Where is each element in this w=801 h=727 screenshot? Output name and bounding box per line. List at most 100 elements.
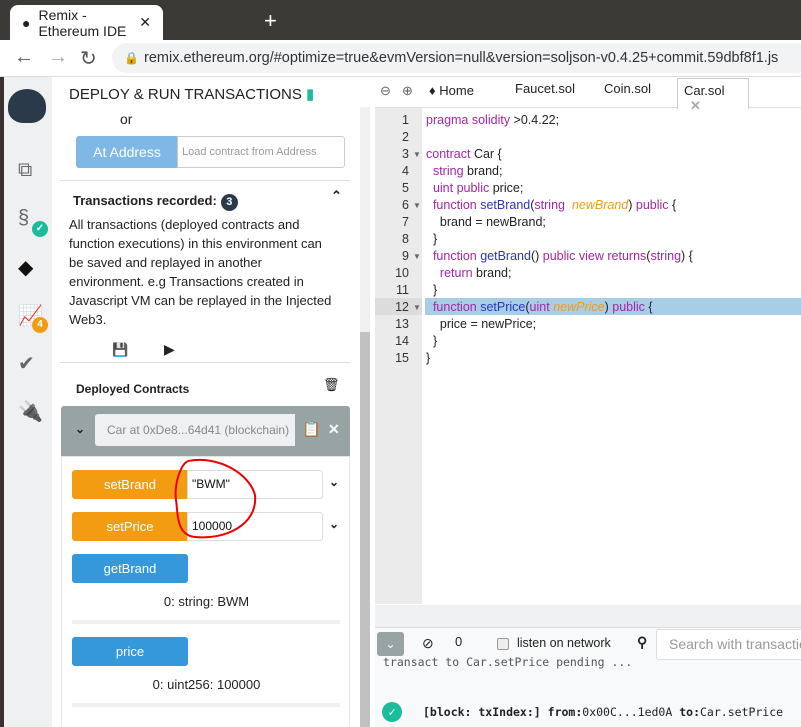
code-line[interactable]: } [426, 334, 437, 348]
tx-description: All transactions (deployed contracts and… [69, 217, 332, 327]
contract-functions: setBrand "BWM" ⌄ setPrice 100000 ⌄ getBr… [61, 456, 350, 727]
panel-title: DEPLOY & RUN TRANSACTIONS ▮ [69, 86, 315, 103]
instance-name: Car at 0xDe8...64d41 (blockchain) [95, 414, 295, 446]
close-tab-icon[interactable]: ✕ [690, 98, 701, 113]
getBrand-button[interactable]: getBrand [72, 554, 188, 583]
price-button[interactable]: price [72, 637, 188, 666]
line-number: 11 [396, 283, 409, 297]
lock-icon: 🔒 [124, 51, 139, 65]
transactions-recorded-heading: Transactions recorded: 3 [73, 193, 238, 211]
tab-faucet[interactable]: Faucet.sol [515, 81, 575, 96]
file-explorer-icon[interactable]: ⧉ [18, 159, 32, 182]
close-tab-icon[interactable]: ✕ [139, 14, 151, 31]
listen-label: listen on network [517, 636, 611, 650]
scrollbar-thumb[interactable] [360, 332, 370, 727]
chevron-down-icon[interactable]: ⌄ [329, 517, 339, 531]
close-icon[interactable]: ✕ [328, 421, 340, 438]
load-address-input[interactable]: Load contract from Address [177, 136, 345, 168]
plugin-icon[interactable]: 🔌 [18, 399, 43, 424]
success-icon: ✓ [382, 702, 402, 722]
line-number: 9 [402, 249, 409, 263]
testing-icon[interactable]: ✔ [18, 351, 35, 376]
at-address-button[interactable]: At Address [76, 136, 178, 168]
red-annotation-circle [174, 458, 257, 539]
editor-tabs: ⊖ ⊕ ♦ Home Faucet.sol Coin.sol Car.sol ✕ [375, 77, 801, 113]
code-line[interactable]: return brand; [426, 266, 512, 280]
code-line[interactable]: } [426, 232, 437, 246]
tab-coin[interactable]: Coin.sol [604, 81, 651, 96]
clear-icon[interactable]: ⊘ [422, 635, 434, 652]
tab-home[interactable]: ♦ Home [429, 83, 474, 98]
address-bar[interactable]: 🔒 remix.ethereum.org/#optimize=true&evmVe… [112, 43, 801, 73]
collapse-icon[interactable]: ⌃ [331, 188, 342, 204]
pending-log: transact to Car.setPrice pending ... [383, 655, 633, 669]
getBrand-output: 0: string: BWM [163, 594, 250, 609]
search-icon: ⚲ [637, 634, 648, 650]
tab-car[interactable]: Car.sol ✕ [677, 78, 749, 113]
compiler-icon[interactable]: § ✓ [18, 207, 48, 237]
analysis-icon[interactable]: 📈 4 [18, 303, 48, 333]
trash-icon[interactable]: 🗑 [323, 377, 340, 393]
collapse-terminal-button[interactable]: ⌄ [377, 632, 404, 656]
forward-icon[interactable]: → [48, 46, 68, 69]
code-line[interactable]: } [426, 283, 437, 297]
deploy-icon[interactable]: ◆ [18, 255, 33, 280]
price-output: 0: uint256: 100000 [152, 677, 261, 692]
play-icon[interactable]: ▶ [164, 341, 175, 358]
line-number: 10 [395, 266, 409, 280]
or-label: or [120, 111, 133, 127]
browser-tab[interactable]: ● Remix - Ethereum IDE ✕ [10, 5, 163, 40]
url-text: remix.ethereum.org/#optimize=true&evmVer… [144, 50, 779, 66]
line-number: 15 [395, 351, 409, 365]
zoom-out-icon[interactable]: ⊖ [380, 83, 391, 99]
reload-icon[interactable]: ↻ [80, 46, 97, 71]
line-number: 13 [395, 317, 409, 331]
tx-log-entry[interactable]: [block: txIndex:] from:0x00C...1ed0A to:… [423, 705, 783, 719]
docs-icon[interactable]: ▮ [306, 86, 314, 103]
divider [72, 620, 340, 624]
fold-icon[interactable]: ▼ [413, 252, 421, 261]
deployed-contracts-heading: Deployed Contracts [76, 382, 190, 396]
divider [72, 703, 340, 707]
code-line[interactable]: price = newPrice; [426, 317, 536, 331]
line-number: 8 [402, 232, 409, 246]
zoom-in-icon[interactable]: ⊕ [402, 83, 413, 99]
code-line[interactable]: pragma solidity >0.4.22; [426, 113, 559, 127]
remix-favicon-icon: ● [22, 14, 31, 31]
new-tab-button[interactable]: + [264, 8, 277, 34]
back-icon[interactable]: ← [14, 46, 34, 69]
line-number: 14 [395, 334, 409, 348]
chevron-down-icon[interactable]: ⌄ [329, 475, 339, 489]
listen-checkbox[interactable] [497, 638, 509, 650]
save-icon[interactable]: 💾 [112, 342, 128, 358]
contract-instance-header: ⌄ Car at 0xDe8...64d41 (blockchain) 📋 ✕ [61, 406, 350, 456]
code-line[interactable]: contract Car { [426, 147, 502, 161]
code-line[interactable]: function setBrand(string newBrand) publi… [426, 198, 676, 212]
code-line[interactable]: function setPrice(uint newPrice) public … [426, 300, 653, 314]
code-line[interactable]: string brand; [426, 164, 503, 178]
deploy-panel: DEPLOY & RUN TRANSACTIONS ▮ or At Addres… [52, 77, 370, 727]
fold-icon[interactable]: ▼ [413, 303, 421, 312]
code-line[interactable]: function getBrand() public view returns(… [426, 249, 693, 263]
browser-tab-bar: ● Remix - Ethereum IDE ✕ + [0, 0, 801, 40]
terminal-resize-bar[interactable] [375, 605, 801, 628]
code-line[interactable]: brand = newBrand; [426, 215, 546, 229]
icon-sidebar: ⧉ § ✓ ◆ 📈 4 ✔ 🔌 [0, 77, 52, 727]
terminal-search-input[interactable]: Search with transaction hash or address [656, 629, 801, 660]
line-number: 12 [395, 300, 409, 314]
remix-logo-icon[interactable] [8, 89, 46, 123]
tx-count-badge: 3 [220, 194, 238, 211]
divider [60, 362, 350, 363]
clipboard-icon[interactable]: 📋 [302, 420, 321, 438]
line-number: 7 [402, 215, 409, 229]
line-number: 6 [402, 198, 409, 212]
pending-count: 0 [455, 634, 463, 649]
fold-icon[interactable]: ▼ [413, 201, 421, 210]
chevron-down-icon[interactable]: ⌄ [75, 422, 85, 436]
code-line[interactable]: uint public price; [426, 181, 523, 195]
code-line[interactable]: } [426, 351, 430, 365]
line-number: 3 [402, 147, 409, 161]
line-number: 1 [402, 113, 409, 127]
divider [60, 180, 350, 181]
fold-icon[interactable]: ▼ [413, 150, 421, 159]
